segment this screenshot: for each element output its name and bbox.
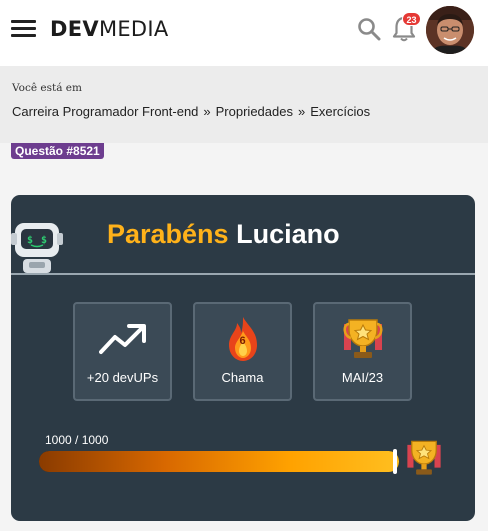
breadcrumb: Carreira Programador Front-end » Proprieda… (12, 104, 370, 119)
xp-progress-text: 1000 / 1000 (45, 433, 109, 447)
user-avatar[interactable] (426, 6, 474, 54)
flame-stat-card: 6 Chama (193, 302, 292, 401)
svg-text:$: $ (41, 235, 47, 246)
avatar-photo (426, 6, 474, 54)
devups-label: +20 devUPs (86, 370, 159, 385)
question-tag: Questão #8521 (11, 143, 104, 159)
devmedia-logo[interactable]: DEVMEDIA (50, 17, 169, 41)
breadcrumb-label: Você está em (12, 82, 82, 94)
flame-count: 6 (239, 335, 246, 347)
xp-progress-fill (39, 451, 399, 472)
notification-badge: 23 (402, 12, 421, 26)
breadcrumb-link-exercicios[interactable]: Exercícios (310, 104, 370, 119)
devups-stat-card: +20 devUPs (73, 302, 172, 401)
trophy-goal-icon (407, 440, 441, 475)
search-icon[interactable] (357, 17, 381, 41)
breadcrumb-separator: » (203, 104, 211, 119)
flame-label: Chama (221, 370, 264, 385)
trophy-icon (315, 314, 410, 364)
trending-up-icon (75, 314, 170, 364)
trophy-label: MAI/23 (341, 370, 384, 385)
hamburger-menu-button[interactable] (11, 20, 36, 38)
xp-progress-track (39, 451, 399, 472)
robot-mascot-icon: $ $ (11, 223, 63, 273)
xp-progress-end-marker (393, 449, 397, 474)
breadcrumb-link-carreira[interactable]: Carreira Programador Front-end (12, 104, 198, 119)
breadcrumb-separator: » (297, 104, 306, 119)
breadcrumb-bar: Você está em Carreira Programador Front-… (0, 66, 488, 143)
top-header: DEVMEDIA 23 (0, 0, 488, 66)
card-header: $ $ Parabéns Luciano (11, 195, 475, 275)
congratulations-title: Parabéns Luciano (107, 219, 340, 249)
congratulations-card: $ $ Parabéns Luciano +20 devUPs 6 Chama … (11, 195, 475, 521)
trophy-stat-card: MAI/23 (313, 302, 412, 401)
breadcrumb-link-propriedades[interactable]: Propriedades (216, 104, 293, 119)
svg-text:$: $ (27, 235, 33, 246)
